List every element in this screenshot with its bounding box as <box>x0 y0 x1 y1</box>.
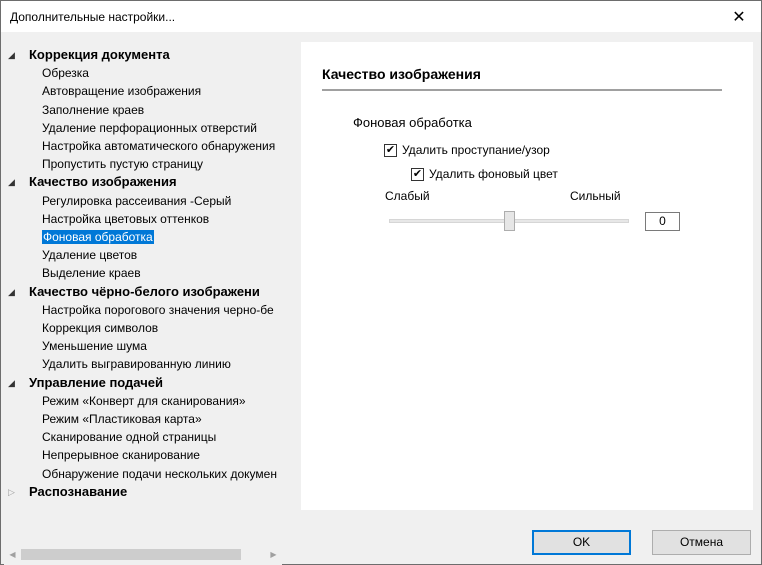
tree-item-label[interactable]: Настройка цветовых оттенков <box>42 212 209 226</box>
tree-item-label[interactable]: Настройка автоматического обнаружения <box>42 139 275 153</box>
tree-group[interactable]: Коррекция документа <box>29 46 282 64</box>
remove-background-label[interactable]: Удалить фоновый цвет <box>429 167 558 181</box>
slider-max-label: Сильный <box>570 189 621 203</box>
tree-group[interactable]: Управление подачей <box>29 374 282 392</box>
expanded-triangle-icon[interactable]: ◢ <box>8 46 18 64</box>
tree-item[interactable]: Обрезка <box>42 64 282 82</box>
tree-item-label[interactable]: Обнаружение подачи нескольких докумен <box>42 467 277 481</box>
tree-item-label[interactable]: Фоновая обработка <box>42 230 154 244</box>
tree-item[interactable]: Регулировка рассеивания -Серый <box>42 192 282 210</box>
scroll-right-arrow-icon[interactable]: ▶ <box>265 546 282 563</box>
tree-item-label[interactable]: Регулировка рассеивания -Серый <box>42 194 231 208</box>
tree-item-label[interactable]: Удаление перфорационных отверстий <box>42 121 257 135</box>
tree-item[interactable]: Настройка цветовых оттенков <box>42 210 282 228</box>
tree-item-label[interactable]: Заполнение краев <box>42 103 144 117</box>
tree-item[interactable]: Режим «Пластиковая карта» <box>42 410 282 428</box>
tree-item[interactable]: Непрерывное сканирование <box>42 446 282 464</box>
tree-item[interactable]: Обнаружение подачи нескольких докумен <box>42 465 282 483</box>
tree-item[interactable]: Коррекция символов <box>42 319 282 337</box>
tree-item[interactable]: Заполнение краев <box>42 101 282 119</box>
tree-item[interactable]: Настройка автоматического обнаружения <box>42 137 282 155</box>
ok-button[interactable]: OK <box>532 530 631 555</box>
tree-item[interactable]: Выделение краев <box>42 264 282 282</box>
tree-group[interactable]: Качество изображения <box>29 173 282 191</box>
settings-panel: Качество изображения Фоновая обработка ✔… <box>301 42 753 510</box>
remove-background-option[interactable]: ✔ Удалить фоновый цвет <box>411 167 558 181</box>
title-bar: Дополнительные настройки... ✕ <box>1 1 761 32</box>
tree-item-label[interactable]: Автовращение изображения <box>42 84 201 98</box>
tree-item[interactable]: Удалить выгравированную линию <box>42 355 282 373</box>
remove-bleed-checkbox[interactable]: ✔ <box>384 143 397 157</box>
settings-tree: ◢ Коррекция документа Обрезка Автовращение … <box>4 43 282 565</box>
tree-item[interactable]: Пропустить пустую страницу <box>42 155 282 173</box>
tree-horizontal-scrollbar[interactable]: ◀ ▶ <box>4 546 282 563</box>
cancel-button[interactable]: Отмена <box>652 530 751 555</box>
strength-value-field[interactable]: 0 <box>645 212 680 231</box>
dialog-window: Дополнительные настройки... ✕ ◢ Коррекция… <box>0 0 762 565</box>
close-icon[interactable]: ✕ <box>717 1 761 32</box>
tree-item[interactable]: Сканирование одной страницы <box>42 428 282 446</box>
scrollbar-thumb[interactable] <box>21 549 241 560</box>
expanded-triangle-icon[interactable]: ◢ <box>8 374 18 392</box>
tree-item[interactable]: Режим «Конверт для сканирования» <box>42 392 282 410</box>
tree-group[interactable]: Распознавание <box>29 483 282 501</box>
tree-item-label[interactable]: Режим «Конверт для сканирования» <box>42 394 246 408</box>
panel-heading: Качество изображения <box>322 66 481 82</box>
slider-min-label: Слабый <box>385 189 430 203</box>
tree-item-label[interactable]: Режим «Пластиковая карта» <box>42 412 202 426</box>
tree-item[interactable]: Удаление цветов <box>42 246 282 264</box>
expanded-triangle-icon[interactable]: ◢ <box>8 173 18 191</box>
tree-item-label[interactable]: Коррекция символов <box>42 321 158 335</box>
tree-item[interactable]: Удаление перфорационных отверстий <box>42 119 282 137</box>
section-title: Фоновая обработка <box>353 115 472 130</box>
tree-item[interactable]: Настройка порогового значения черно-бе <box>42 301 282 319</box>
collapsed-triangle-icon[interactable]: ▷ <box>8 483 18 501</box>
expanded-triangle-icon[interactable]: ◢ <box>8 283 18 301</box>
tree-item-label[interactable]: Пропустить пустую страницу <box>42 157 203 171</box>
tree-item-label[interactable]: Настройка порогового значения черно-бе <box>42 303 274 317</box>
tree-group[interactable]: Качество чёрно-белого изображени <box>29 283 282 301</box>
tree-item-label[interactable]: Удаление цветов <box>42 248 137 262</box>
window-title: Дополнительные настройки... <box>10 10 176 24</box>
tree-item-label[interactable]: Обрезка <box>42 66 89 80</box>
tree-item-label[interactable]: Выделение краев <box>42 266 141 280</box>
strength-slider-thumb[interactable] <box>504 211 515 231</box>
heading-divider <box>322 89 722 91</box>
remove-bleed-label[interactable]: Удалить проступание/узор <box>402 143 550 157</box>
remove-bleed-option[interactable]: ✔ Удалить проступание/узор <box>384 143 550 157</box>
tree-item-label[interactable]: Сканирование одной страницы <box>42 430 216 444</box>
scroll-left-arrow-icon[interactable]: ◀ <box>4 546 21 563</box>
tree-item[interactable]: Фоновая обработка <box>42 228 282 246</box>
tree-item-label[interactable]: Непрерывное сканирование <box>42 448 200 462</box>
tree-item-label[interactable]: Уменьшение шума <box>42 339 147 353</box>
tree-item[interactable]: Уменьшение шума <box>42 337 282 355</box>
tree-item-label[interactable]: Удалить выгравированную линию <box>42 357 231 371</box>
remove-background-checkbox[interactable]: ✔ <box>411 167 424 181</box>
tree-item[interactable]: Автовращение изображения <box>42 82 282 100</box>
